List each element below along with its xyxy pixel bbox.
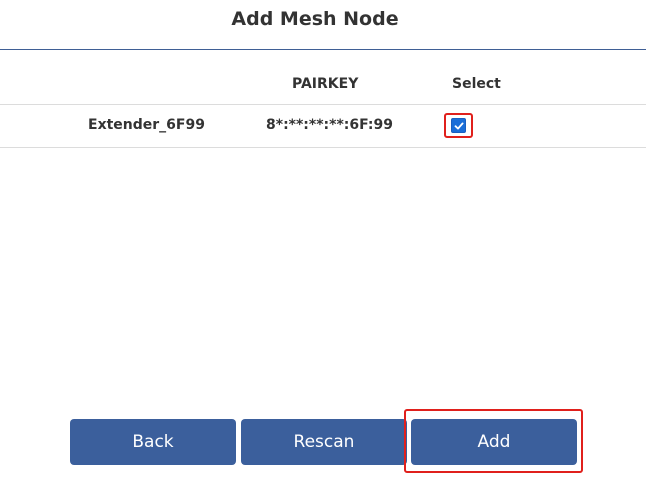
table-header: PAIRKEY Select [0,62,646,105]
node-pairkey: 8*:**:**:**:6F:99 [266,117,394,133]
column-header-select: Select [452,76,501,92]
table-row: Extender_6F99 8*:**:**:**:6F:99 [0,105,646,148]
back-button[interactable]: Back [70,419,236,465]
check-icon [454,122,463,129]
rescan-button[interactable]: Rescan [241,419,407,465]
select-checkbox[interactable] [451,118,466,133]
column-header-pairkey: PAIRKEY [292,76,359,92]
add-highlight-box [404,409,583,473]
select-highlight-box [444,113,473,138]
node-name: Extender_6F99 [88,117,205,133]
page-title: Add Mesh Node [231,8,399,30]
title-divider [0,49,646,50]
